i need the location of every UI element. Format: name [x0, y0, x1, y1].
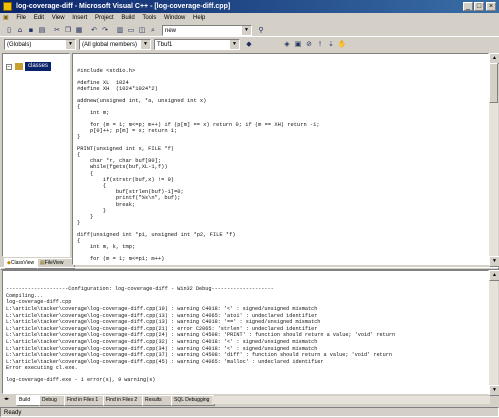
build-icon[interactable]: ▣ [293, 39, 303, 49]
status-text: Ready [4, 410, 22, 416]
menu-file[interactable]: File [13, 13, 29, 24]
chevron-down-icon[interactable]: ▼ [230, 40, 239, 49]
editor-vscrollbar[interactable]: ▲ ▼ [489, 53, 499, 267]
scroll-up-icon[interactable]: ▲ [489, 270, 499, 281]
output-line: --------------------Configuration: log-c… [6, 286, 274, 293]
tab-find-in-files-2[interactable]: Find in Files 2 [103, 395, 147, 406]
output-lines: --------------------Configuration: log-c… [6, 286, 485, 384]
function-combo[interactable]: Tbuf1 ▼ [154, 39, 240, 50]
standard-toolbar: ▯ ⌂ ▪ ▤ ✂ ❐ ▦ ↶ ↷ ▥ ▭ ◫ ⌕ new ▼ ⚲ [0, 24, 499, 37]
menu-tools[interactable]: Tools [139, 13, 159, 24]
minimize-button[interactable]: _ [463, 2, 473, 11]
output-vscrollbar[interactable]: ▲ ▼ [489, 270, 499, 396]
expand-icon[interactable]: − [6, 64, 12, 70]
find-combo[interactable]: new ▼ [162, 25, 252, 36]
menu-project[interactable]: Project [92, 13, 117, 24]
code-lines: #include <stdio.h> #define XL 1024 #define… [77, 68, 484, 262]
menu-build[interactable]: Build [118, 13, 137, 24]
output-line: L:\article\tacker\coverage\log-coverage-… [6, 312, 318, 319]
find-icon[interactable]: ⚲ [256, 25, 266, 35]
chevron-down-icon[interactable]: ▼ [242, 26, 251, 35]
execute-icon[interactable]: ! [315, 39, 325, 49]
output-line: log-coverage-diff.exe - 1 error(s), 9 wa… [6, 377, 156, 384]
find-combo-value: new [165, 28, 177, 34]
tree-root-label: classes [28, 63, 49, 69]
menu-help[interactable]: Help [190, 13, 208, 24]
tab-find-in-files-1[interactable]: Find in Files 1 [64, 395, 108, 406]
tab-sql-debugging[interactable]: SQL Debugging [171, 395, 215, 406]
wizard-action-icon[interactable]: ◆ [244, 39, 254, 49]
save-icon[interactable]: ▪ [26, 25, 36, 35]
tab-fileview-label: FileView [44, 260, 64, 266]
menu-edit[interactable]: Edit [31, 13, 47, 24]
members-combo[interactable]: (All global members) ▼ [79, 39, 151, 50]
function-combo-value: Tbuf1 [157, 42, 173, 48]
output-line: L:\article\tacker\coverage\log-coverage-… [6, 352, 393, 359]
workspace-icon[interactable]: ▥ [115, 25, 125, 35]
compile-icon[interactable]: ◈ [282, 39, 292, 49]
class-folder-icon [15, 63, 23, 70]
stop-build-icon[interactable]: ⊘ [304, 39, 314, 49]
workspace-tree: − classes [2, 53, 70, 257]
scroll-down-icon[interactable]: ▼ [489, 256, 499, 267]
menu-view[interactable]: View [49, 13, 68, 24]
find-in-files-icon[interactable]: ⌕ [148, 25, 158, 35]
output-line: Error executing cl.exe. [6, 365, 78, 372]
output-icon[interactable]: ▭ [126, 25, 136, 35]
tree-root-classes[interactable]: classes [25, 62, 52, 71]
members-combo-value: (All global members) [82, 42, 138, 48]
class-combo[interactable]: (Globals) ▼ [4, 39, 76, 50]
output-line: log-coverage-diff.cpp [6, 299, 72, 306]
tab-nav-arrows[interactable]: ◂▸ [4, 396, 9, 402]
output-tabbar: ◂▸ Build Debug Find in Files 1 Find in F… [2, 395, 498, 406]
redo-icon[interactable]: ↷ [100, 25, 110, 35]
output-line: L:\article\tacker\coverage\log-coverage-… [6, 358, 324, 365]
output-line: L:\article\tacker\coverage\log-coverage-… [6, 319, 321, 326]
maximize-button[interactable]: □ [474, 2, 484, 11]
code-editor[interactable]: #include <stdio.h> #define XL 1024 #define… [72, 53, 489, 265]
save-all-icon[interactable]: ▤ [37, 25, 47, 35]
chevron-down-icon[interactable]: ▼ [66, 40, 75, 49]
output-line: L:\article\tacker\coverage\log-coverage-… [6, 332, 396, 339]
paste-icon[interactable]: ▦ [74, 25, 84, 35]
output-line: L:\article\tacker\coverage\log-coverage-… [6, 345, 318, 352]
new-file-icon[interactable]: ▯ [4, 25, 14, 35]
chevron-down-icon[interactable]: ▼ [141, 40, 150, 49]
output-line: L:\article\tacker\coverage\log-coverage-… [6, 325, 318, 332]
tab-classview-label: ClassView [10, 260, 35, 266]
class-combo-value: (Globals) [7, 42, 32, 48]
wizard-toolbar: (Globals) ▼ (All global members) ▼ Tbuf1… [0, 38, 499, 51]
windows-icon[interactable]: ◫ [137, 25, 147, 35]
output-line: Compiling... [6, 292, 44, 299]
menu-bar: ▣ File Edit View Insert Project Build To… [0, 13, 499, 24]
title-bar[interactable]: log-coverage-diff - Microsoft Visual C++… [0, 0, 499, 13]
output-window[interactable]: --------------------Configuration: log-c… [2, 270, 489, 394]
code-line: for (m = 1; m<=p1; m++) [77, 255, 165, 262]
undo-icon[interactable]: ↶ [89, 25, 99, 35]
close-button[interactable]: × [486, 2, 496, 11]
go-icon[interactable]: ⇣ [326, 39, 336, 49]
window-title: log-coverage-diff - Microsoft Visual C++… [16, 3, 231, 10]
breakpoint-icon[interactable]: ✋ [337, 39, 347, 49]
output-hscrollbar[interactable] [212, 396, 490, 404]
copy-icon[interactable]: ❐ [63, 25, 73, 35]
cut-icon[interactable]: ✂ [52, 25, 62, 35]
menu-window[interactable]: Window [161, 13, 188, 24]
output-line: L:\article\tacker\coverage\log-coverage-… [6, 305, 318, 312]
app-icon[interactable] [3, 2, 12, 11]
open-icon[interactable]: ⌂ [15, 25, 25, 35]
output-line: L:\article\tacker\coverage\log-coverage-… [6, 338, 318, 345]
status-bar: Ready [0, 407, 499, 417]
doc-icon[interactable]: ▣ [0, 13, 12, 24]
scroll-thumb[interactable] [489, 63, 498, 103]
menu-insert[interactable]: Insert [69, 13, 90, 24]
